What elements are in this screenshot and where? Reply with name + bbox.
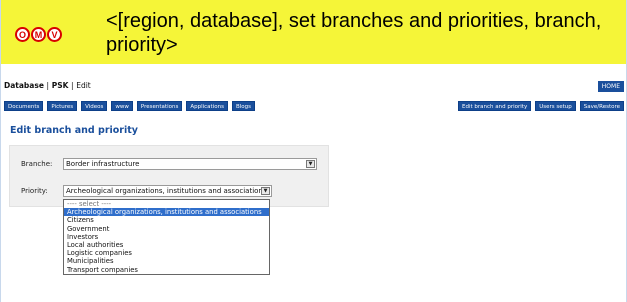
- nav-videos-button[interactable]: Videos: [81, 101, 108, 111]
- logo-letter-o: O: [15, 27, 30, 42]
- users-setup-button[interactable]: Users setup: [535, 101, 576, 111]
- nav-documents-button[interactable]: Documents: [4, 101, 44, 111]
- branch-select-value: Border infrastructure: [66, 160, 140, 168]
- branch-label: Branche:: [21, 160, 53, 168]
- form-panel: Branche: Border infrastructure ▼ Priorit…: [9, 145, 329, 207]
- banner-title: <[region, database], set branches and pr…: [106, 10, 602, 56]
- priority-select[interactable]: Archeological organizations, institution…: [63, 185, 272, 197]
- nav-applications-button[interactable]: Applications: [186, 101, 228, 111]
- breadcrumb-separator: |: [71, 81, 74, 90]
- priority-dropdown-list: ---- select ---- Archeological organizat…: [63, 199, 270, 275]
- nav-pictures-button[interactable]: Pictures: [47, 101, 78, 111]
- branch-select[interactable]: Border infrastructure ▼: [63, 158, 317, 170]
- dropdown-option[interactable]: Local authorities: [64, 241, 269, 249]
- save-restore-button[interactable]: Save/Restore: [579, 101, 624, 111]
- priority-select-value: Archeological organizations, institution…: [66, 187, 267, 195]
- nav-right: Edit branch and priority Users setup Sav…: [458, 101, 624, 111]
- nav-left: Documents Pictures Videos www Presentati…: [4, 101, 255, 111]
- nav-presentations-button[interactable]: Presentations: [136, 101, 183, 111]
- dropdown-option[interactable]: Investors: [64, 233, 269, 241]
- logo-letter-m: M: [31, 27, 46, 42]
- breadcrumb-section[interactable]: PSK: [52, 81, 69, 90]
- breadcrumb: Database | PSK | Edit: [4, 81, 91, 90]
- dropdown-option[interactable]: ---- select ----: [64, 200, 269, 208]
- chevron-down-icon[interactable]: ▼: [261, 187, 270, 195]
- page-title: Edit branch and priority: [10, 125, 138, 136]
- breadcrumb-root[interactable]: Database: [4, 81, 44, 90]
- logo-letter-v: V: [47, 27, 62, 42]
- dropdown-option[interactable]: Government: [64, 225, 269, 233]
- home-button[interactable]: HOME: [597, 81, 624, 92]
- breadcrumb-current: Edit: [76, 81, 91, 90]
- dropdown-option[interactable]: Citizens: [64, 216, 269, 224]
- dropdown-option[interactable]: Transport companies: [64, 266, 269, 274]
- nav-www-button[interactable]: www: [111, 101, 133, 111]
- logo: O M V: [15, 27, 62, 42]
- priority-label: Priority:: [21, 187, 48, 195]
- chevron-down-icon[interactable]: ▼: [306, 160, 315, 168]
- nav-blogs-button[interactable]: Blogs: [231, 101, 255, 111]
- breadcrumb-separator: |: [46, 81, 50, 90]
- banner: O M V <[region, database], set branches …: [1, 0, 626, 64]
- dropdown-option[interactable]: Logistic companies: [64, 249, 269, 257]
- dropdown-option[interactable]: Archeological organizations, institution…: [64, 208, 269, 217]
- dropdown-option[interactable]: Municipalities: [64, 257, 269, 265]
- edit-branch-priority-button[interactable]: Edit branch and priority: [458, 101, 532, 111]
